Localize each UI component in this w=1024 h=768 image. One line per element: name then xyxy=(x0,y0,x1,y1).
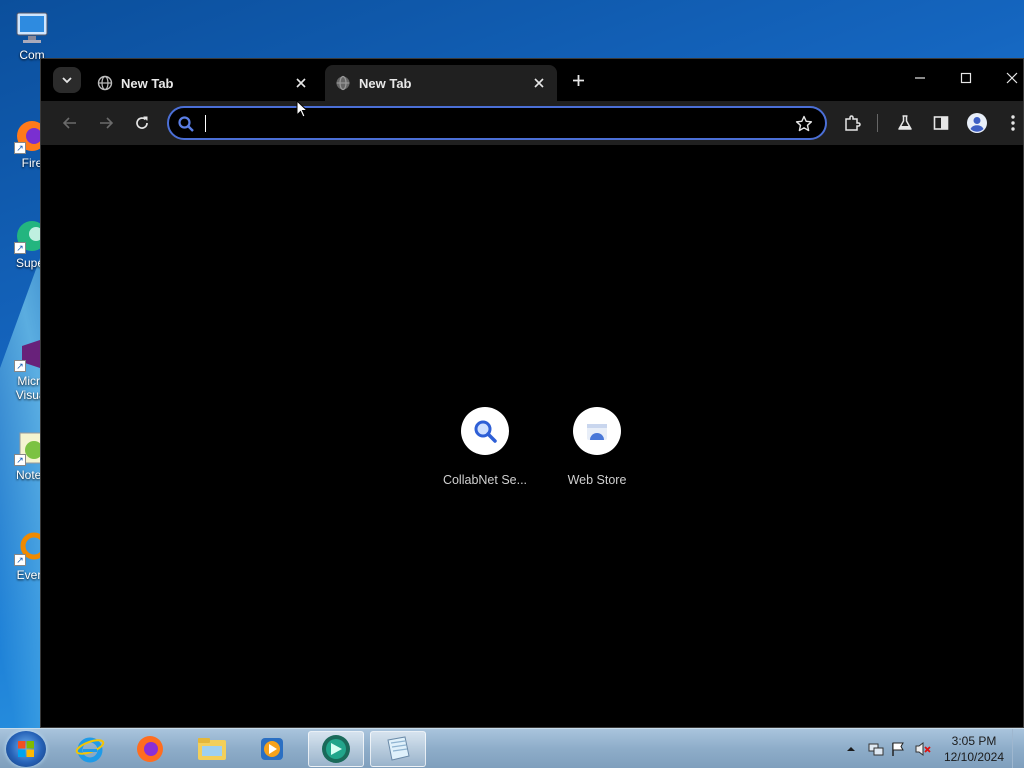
tab-title: New Tab xyxy=(359,75,412,91)
side-panel-button[interactable] xyxy=(929,111,953,135)
computer-icon xyxy=(14,10,50,46)
shortcut-arrow-icon: ↗ xyxy=(14,142,26,154)
network-icon[interactable] xyxy=(868,741,884,757)
star-icon[interactable] xyxy=(795,115,813,133)
close-icon[interactable] xyxy=(293,75,309,91)
chevron-down-icon xyxy=(62,77,72,84)
toolbar-divider xyxy=(877,114,878,132)
back-button[interactable] xyxy=(58,111,82,135)
arrow-left-icon xyxy=(62,117,76,129)
new-tab-page: CollabNet Se... Web Store xyxy=(47,145,1023,727)
new-tab-button[interactable] xyxy=(565,69,591,91)
system-tray xyxy=(846,729,932,768)
shortcut-icon-circle xyxy=(573,407,621,455)
taskbar-notepad[interactable] xyxy=(370,731,426,767)
labs-button[interactable] xyxy=(893,111,917,135)
text-caret xyxy=(205,115,206,132)
mouse-cursor-icon xyxy=(296,100,308,118)
chevron-up-icon[interactable] xyxy=(846,744,856,754)
arrow-right-icon xyxy=(100,117,114,129)
globe-icon xyxy=(97,75,113,91)
shortcut-label: CollabNet Se... xyxy=(442,473,528,487)
shortcut-tile-collabnet[interactable]: CollabNet Se... xyxy=(435,407,535,487)
clock-time: 3:05 PM xyxy=(951,734,997,748)
reload-button[interactable] xyxy=(130,111,154,135)
browser-icon xyxy=(322,735,350,763)
forward-button[interactable] xyxy=(94,111,118,135)
side-panel-icon xyxy=(933,116,949,130)
plus-icon xyxy=(572,74,584,86)
clock-date: 12/10/2024 xyxy=(943,750,1005,764)
web-store-icon xyxy=(587,424,607,440)
shortcut-arrow-icon: ↗ xyxy=(14,242,26,254)
flask-icon xyxy=(898,115,912,130)
volume-muted-icon[interactable] xyxy=(914,741,932,757)
address-bar[interactable] xyxy=(167,106,827,140)
taskbar-firefox[interactable] xyxy=(122,731,178,767)
magnifier-icon xyxy=(474,420,497,443)
action-center-flag-icon[interactable] xyxy=(890,741,906,757)
profile-button[interactable] xyxy=(965,111,989,135)
tab-strip: New Tab New Tab xyxy=(41,59,1023,101)
shortcut-label: Web Store xyxy=(567,473,627,487)
close-icon xyxy=(1006,72,1018,84)
menu-button[interactable] xyxy=(1001,111,1024,135)
taskbar-browser[interactable] xyxy=(308,731,364,767)
globe-icon xyxy=(336,75,350,91)
start-button[interactable] xyxy=(6,731,46,767)
browser-toolbar xyxy=(41,101,1023,145)
browser-window: New Tab New Tab CollabNet Se... Web Stor… xyxy=(40,58,1024,728)
maximize-button[interactable] xyxy=(951,65,981,91)
taskbar-media-player[interactable] xyxy=(244,731,300,767)
notepad-icon xyxy=(387,736,410,761)
avatar-icon xyxy=(967,113,987,133)
minimize-icon xyxy=(915,77,925,79)
taskbar-internet-explorer[interactable] xyxy=(62,731,118,767)
desktop-icon-computer[interactable]: Com xyxy=(6,10,58,62)
taskbar-clock[interactable]: 3:05 PM 12/10/2024 xyxy=(940,733,1008,765)
minimize-button[interactable] xyxy=(905,65,935,91)
extensions-button[interactable] xyxy=(840,111,864,135)
tab-inactive[interactable]: New Tab xyxy=(87,65,319,101)
address-input[interactable] xyxy=(203,112,763,134)
shortcut-icon-circle xyxy=(461,407,509,455)
reload-icon xyxy=(136,116,148,129)
media-player-icon xyxy=(261,738,283,760)
show-desktop-button[interactable] xyxy=(1012,729,1024,768)
shortcut-tile-web-store[interactable]: Web Store xyxy=(547,407,647,487)
taskbar-file-explorer[interactable] xyxy=(184,731,240,767)
shortcut-arrow-icon: ↗ xyxy=(14,360,26,372)
taskbar: 3:05 PM 12/10/2024 xyxy=(0,728,1024,768)
tab-title: New Tab xyxy=(121,75,174,91)
more-vertical-icon xyxy=(1011,115,1015,131)
tab-active[interactable]: New Tab xyxy=(325,65,557,101)
puzzle-icon xyxy=(845,115,861,131)
tab-search-button[interactable] xyxy=(53,67,81,93)
search-icon xyxy=(178,116,194,132)
close-window-button[interactable] xyxy=(997,65,1024,91)
file-explorer-icon xyxy=(198,738,226,760)
firefox-icon xyxy=(137,736,163,762)
close-icon[interactable] xyxy=(531,75,547,91)
shortcut-arrow-icon: ↗ xyxy=(14,554,26,566)
internet-explorer-icon xyxy=(75,737,105,763)
shortcut-arrow-icon: ↗ xyxy=(14,454,26,466)
windows-logo-icon xyxy=(18,741,34,757)
maximize-icon xyxy=(960,72,972,84)
